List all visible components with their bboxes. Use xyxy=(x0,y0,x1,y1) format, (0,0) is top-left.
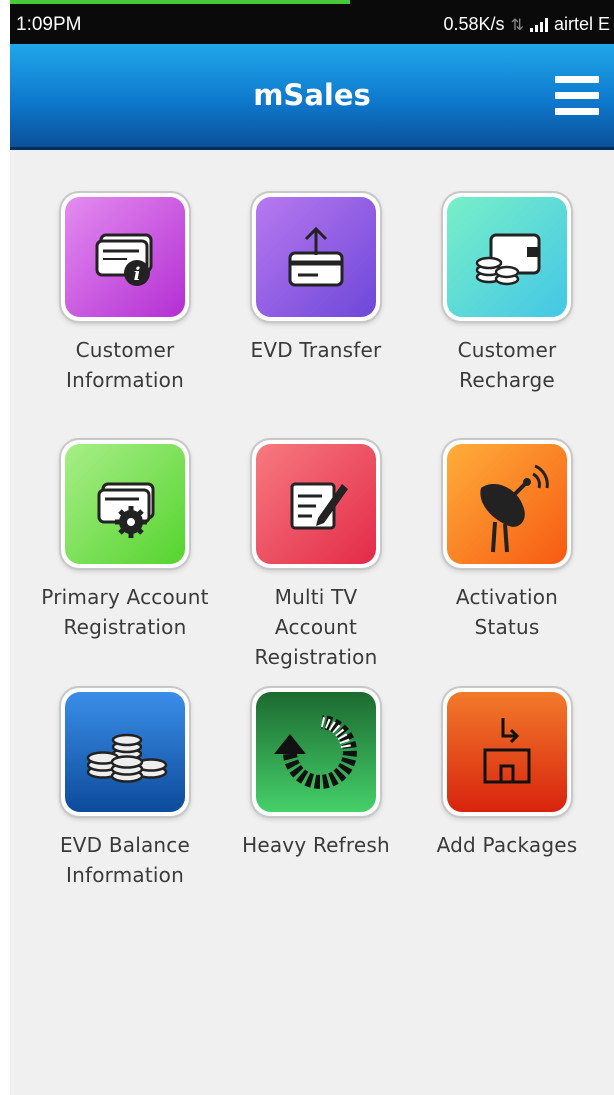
tile-label: Customer Recharge xyxy=(457,338,557,392)
status-indicators: 0.58K/s ⇅ airtel E xyxy=(444,14,610,35)
edit-form-icon xyxy=(256,444,376,564)
tile-label: Add Packages xyxy=(436,833,578,857)
tile-label: Heavy Refresh xyxy=(242,833,390,857)
network-speed: 0.58K/s xyxy=(443,14,505,34)
refresh-icon xyxy=(256,692,376,812)
tile-evd-transfer[interactable]: EVD Transfer xyxy=(232,193,400,365)
card-transfer-icon xyxy=(256,197,376,317)
tile-label: EVD Transfer xyxy=(250,338,382,362)
tile-heavy-refresh[interactable]: Heavy Refresh xyxy=(232,688,400,860)
signal-strength-icon xyxy=(529,17,548,32)
coin-stacks-icon xyxy=(65,692,185,812)
carrier-name: airtel E xyxy=(553,14,610,34)
status-time: 1:09PM xyxy=(16,14,82,35)
svg-text:i: i xyxy=(134,264,141,285)
satellite-dish-icon xyxy=(447,444,567,564)
coins-recharge-icon xyxy=(447,197,567,317)
tile-multi-tv-account-registration[interactable]: Multi TV Account Registration xyxy=(232,440,400,672)
tile-label: Customer Information xyxy=(66,338,184,392)
tile-label: Primary Account Registration xyxy=(41,585,209,639)
tile-customer-recharge[interactable]: Customer Recharge xyxy=(423,193,591,395)
app-screen: 1:09PM 0.58K/s ⇅ airtel E mSales i Custo… xyxy=(10,0,614,1095)
app-title: mSales xyxy=(253,78,371,112)
tile-primary-account-registration[interactable]: Primary Account Registration xyxy=(41,440,209,642)
app-header: mSales xyxy=(10,44,614,150)
tile-label: Activation Status xyxy=(455,585,559,639)
card-gear-icon xyxy=(65,444,185,564)
tile-add-packages[interactable]: Add Packages xyxy=(423,688,591,860)
loading-progress-line xyxy=(10,0,350,4)
tile-activation-status[interactable]: Activation Status xyxy=(423,440,591,642)
data-activity-icon: ⇅ xyxy=(510,16,524,34)
hamburger-menu-icon[interactable] xyxy=(555,76,599,116)
tile-label: EVD Balance Information xyxy=(59,833,191,887)
status-bar: 1:09PM 0.58K/s ⇅ airtel E xyxy=(10,0,614,44)
add-package-icon xyxy=(447,692,567,812)
tile-label: Multi TV Account Registration xyxy=(254,585,378,669)
customer-info-icon: i xyxy=(65,197,185,317)
tile-evd-balance-information[interactable]: EVD Balance Information xyxy=(41,688,209,890)
tile-customer-information[interactable]: i Customer Information xyxy=(41,193,209,395)
